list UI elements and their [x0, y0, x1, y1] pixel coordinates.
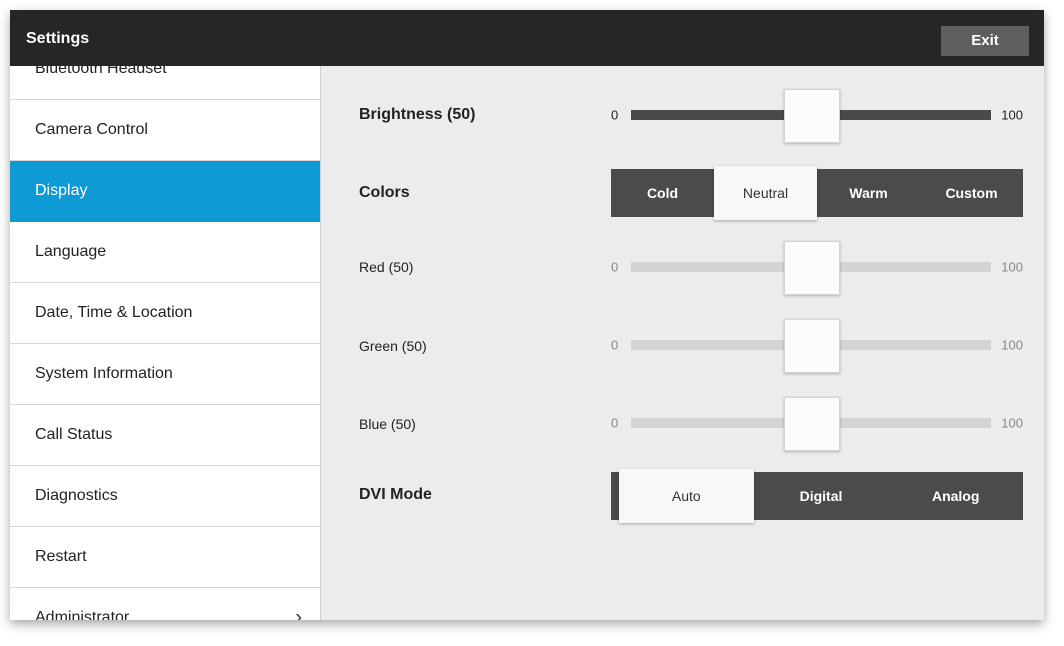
sidebar-item-camera-control[interactable]: Camera Control: [10, 100, 320, 161]
window-title: Settings: [26, 30, 90, 47]
sidebar-item-label: Camera Control: [35, 121, 148, 138]
slider-thumb[interactable]: [784, 319, 840, 373]
sidebar-item-date-time-location[interactable]: Date, Time & Location: [10, 283, 320, 344]
dvi-option-analog[interactable]: Analog: [888, 472, 1023, 520]
brightness-label: Brightness (50): [359, 106, 476, 123]
brightness-slider[interactable]: 0 100: [611, 89, 1031, 143]
dvi-mode-label: DVI Mode: [359, 486, 432, 503]
slider-min-label: 0: [611, 415, 619, 431]
sidebar-item-restart[interactable]: Restart: [10, 527, 320, 588]
settings-window: Settings Exit Bluetooth Headset Camera C…: [10, 10, 1044, 620]
color-option-cold[interactable]: Cold: [611, 169, 714, 217]
sidebar-item-label: Language: [35, 243, 107, 260]
slider-max-label: 100: [1001, 337, 1023, 353]
red-label: Red (50): [359, 259, 414, 275]
colors-label: Colors: [359, 184, 410, 201]
sidebar-item-system-information[interactable]: System Information: [10, 344, 320, 405]
sidebar-item-label: System Information: [35, 365, 173, 382]
slider-max-label: 100: [1001, 415, 1023, 431]
slider-min-label: 0: [611, 337, 619, 353]
sidebar-item-label: Display: [35, 182, 88, 199]
slider-thumb[interactable]: [784, 397, 840, 451]
color-option-custom[interactable]: Custom: [920, 169, 1023, 217]
slider-min-label: 0: [611, 259, 619, 275]
settings-sidebar: Bluetooth Headset Camera Control Display…: [10, 66, 321, 620]
sidebar-item-label: Administrator: [35, 609, 130, 620]
display-settings-panel: Brightness (50) 0 100 Colors Cold Neutra…: [321, 66, 1044, 620]
sidebar-item-label: Restart: [35, 548, 87, 565]
dvi-option-auto[interactable]: Auto: [619, 469, 754, 523]
sidebar-item-label: Bluetooth Headset: [35, 66, 167, 77]
slider-thumb[interactable]: [784, 89, 840, 143]
slider-track[interactable]: [631, 397, 991, 451]
sidebar-item-administrator[interactable]: Administrator ›: [10, 588, 320, 621]
sidebar-item-call-status[interactable]: Call Status: [10, 405, 320, 466]
color-option-neutral[interactable]: Neutral: [714, 166, 817, 220]
slider-max-label: 100: [1001, 107, 1023, 123]
sidebar-item-label: Diagnostics: [35, 487, 118, 504]
slider-min-label: 0: [611, 107, 619, 123]
blue-slider[interactable]: 0 100: [611, 397, 1031, 451]
slider-track[interactable]: [631, 319, 991, 373]
slider-thumb[interactable]: [784, 241, 840, 295]
dvi-mode-segmented-control: Auto Digital Analog: [611, 469, 1023, 523]
sidebar-item-diagnostics[interactable]: Diagnostics: [10, 466, 320, 527]
sidebar-item-label: Call Status: [35, 426, 113, 443]
slider-track[interactable]: [631, 89, 991, 143]
exit-button[interactable]: Exit: [941, 26, 1029, 56]
green-label: Green (50): [359, 338, 427, 354]
title-bar: Settings Exit: [10, 10, 1044, 66]
color-option-warm[interactable]: Warm: [817, 169, 920, 217]
colors-segmented-control: Cold Neutral Warm Custom: [611, 166, 1023, 220]
sidebar-item-display[interactable]: Display: [10, 161, 320, 222]
red-slider[interactable]: 0 100: [611, 241, 1031, 295]
slider-track[interactable]: [631, 241, 991, 295]
dvi-option-digital[interactable]: Digital: [754, 472, 889, 520]
green-slider[interactable]: 0 100: [611, 319, 1031, 373]
chevron-right-icon: ›: [295, 606, 302, 621]
sidebar-item-label: Date, Time & Location: [35, 304, 193, 321]
blue-label: Blue (50): [359, 416, 416, 432]
sidebar-item-language[interactable]: Language: [10, 222, 320, 283]
slider-max-label: 100: [1001, 259, 1023, 275]
sidebar-item-bluetooth-headset[interactable]: Bluetooth Headset: [10, 66, 320, 100]
